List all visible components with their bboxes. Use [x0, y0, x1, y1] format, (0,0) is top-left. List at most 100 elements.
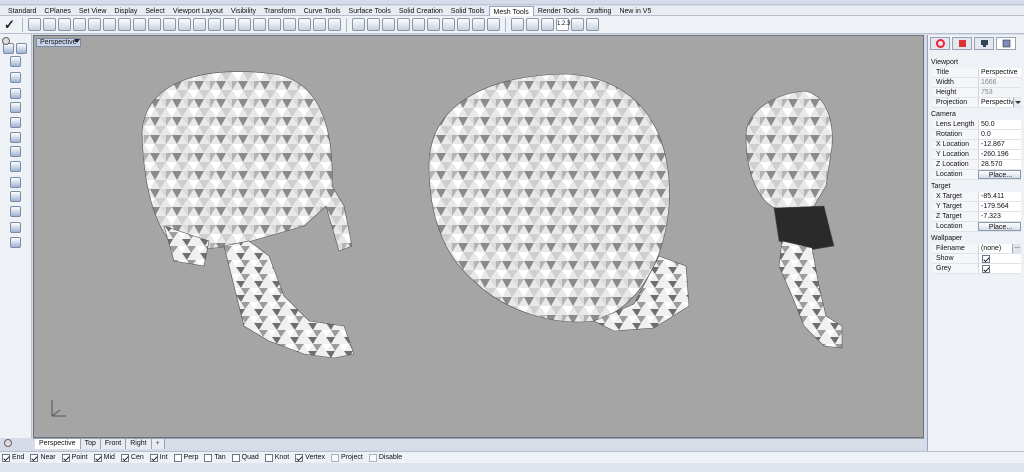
- mesh-sphere-button[interactable]: [88, 18, 101, 31]
- camera-place-button[interactable]: Place...: [978, 170, 1021, 179]
- mesh-cone-button[interactable]: [73, 18, 86, 31]
- filename-field[interactable]: (none)...: [978, 243, 1021, 253]
- gear-icon[interactable]: [2, 37, 10, 45]
- rotation-field[interactable]: 0.0: [978, 130, 1021, 139]
- osnap-project[interactable]: Project: [331, 453, 363, 462]
- osnap-perp-checkbox[interactable]: [173, 453, 182, 462]
- tab-solid-tools[interactable]: Solid Tools: [447, 6, 489, 16]
- curve-icon[interactable]: [10, 72, 21, 83]
- mesh-split-button[interactable]: [298, 18, 311, 31]
- mesh-weld-button[interactable]: [193, 18, 206, 31]
- osnap-int-checkbox[interactable]: [149, 453, 158, 462]
- tab-curve-tools[interactable]: Curve Tools: [300, 6, 345, 16]
- mesh-swap-edge-button[interactable]: [397, 18, 410, 31]
- undo-icon[interactable]: [10, 191, 21, 202]
- mesh-ellipsoid-button[interactable]: [103, 18, 116, 31]
- mesh-smooth-button[interactable]: [571, 18, 584, 31]
- osnap-perp[interactable]: Perp: [173, 453, 198, 462]
- tab-drafting[interactable]: Drafting: [583, 6, 616, 16]
- mesh-shrink-button[interactable]: [586, 18, 599, 31]
- torus-icon[interactable]: [10, 161, 21, 172]
- tab-viewport-properties[interactable]: [996, 37, 1016, 50]
- mesh-number-faces-button[interactable]: 1.2.3: [556, 18, 570, 31]
- mesh-box-button[interactable]: [43, 18, 56, 31]
- osnap-disable[interactable]: Disable: [368, 453, 402, 462]
- mesh-to-nurbs-button[interactable]: [412, 18, 425, 31]
- title-field[interactable]: Perspective: [978, 68, 1021, 77]
- osnap-cen-checkbox[interactable]: [120, 453, 129, 462]
- mesh-patch-button[interactable]: [148, 18, 161, 31]
- sphere-icon[interactable]: [10, 132, 21, 143]
- tab-solid-creation[interactable]: Solid Creation: [395, 6, 447, 16]
- osnap-vertex-checkbox[interactable]: [295, 453, 304, 462]
- mesh-plane-button[interactable]: [28, 18, 41, 31]
- planar-surface-icon[interactable]: [10, 206, 21, 217]
- viewport-menu-arrow-icon[interactable]: [74, 39, 80, 43]
- osnap-quad-checkbox[interactable]: [231, 453, 240, 462]
- x-location-field[interactable]: -12.867: [978, 140, 1021, 149]
- osnap-mid[interactable]: Mid: [93, 453, 115, 462]
- tab-mesh-tools[interactable]: Mesh Tools: [488, 6, 534, 16]
- mesh-cylinder-button[interactable]: [58, 18, 71, 31]
- mesh-boolean-union-button[interactable]: [268, 18, 281, 31]
- mesh-explode-button[interactable]: [178, 18, 191, 31]
- tab-select[interactable]: Select: [141, 6, 168, 16]
- tab-new-in-v5[interactable]: New in V5: [615, 6, 655, 16]
- cylinder-icon[interactable]: [10, 102, 21, 113]
- target-place-button[interactable]: Place...: [978, 222, 1021, 231]
- gear-icon[interactable]: [4, 439, 12, 447]
- mesh-outline-button[interactable]: [457, 18, 470, 31]
- box-icon[interactable]: [10, 88, 21, 99]
- grey-checkbox[interactable]: [982, 265, 990, 273]
- z-target-field[interactable]: -7.323: [978, 212, 1021, 221]
- osnap-tan[interactable]: Tan: [204, 453, 226, 462]
- z-location-field[interactable]: 28.570: [978, 160, 1021, 169]
- mesh-torus-button[interactable]: [118, 18, 131, 31]
- view-tab-right[interactable]: Right: [126, 439, 152, 449]
- tab-visibility[interactable]: Visibility: [227, 6, 260, 16]
- tab-standard[interactable]: Standard: [4, 6, 40, 16]
- mesh-triangulate-button[interactable]: [511, 18, 524, 31]
- mesh-check-button[interactable]: [472, 18, 485, 31]
- osnap-end-checkbox[interactable]: [2, 453, 10, 462]
- tab-materials[interactable]: [952, 37, 972, 50]
- osnap-tan-checkbox[interactable]: [204, 453, 213, 462]
- view-tab-top[interactable]: Top: [80, 439, 101, 449]
- osnap-disable-checkbox[interactable]: [368, 453, 377, 462]
- show-checkbox[interactable]: [982, 255, 990, 263]
- mesh-boolean-diff-button[interactable]: [283, 18, 296, 31]
- osnap-int[interactable]: Int: [149, 453, 168, 462]
- tab-cplanes[interactable]: CPlanes: [40, 6, 74, 16]
- osnap-project-checkbox[interactable]: [331, 453, 340, 462]
- mesh-quadrangulate-button[interactable]: [526, 18, 539, 31]
- mesh-unweld-button[interactable]: [208, 18, 221, 31]
- add-viewport-tab-icon[interactable]: +: [151, 439, 165, 449]
- tab-display[interactable]: Display: [110, 6, 141, 16]
- tab-object-properties[interactable]: [930, 37, 950, 50]
- osnap-quad[interactable]: Quad: [231, 453, 259, 462]
- view-tab-perspective[interactable]: Perspective: [35, 439, 81, 449]
- osnap-cen[interactable]: Cen: [120, 453, 144, 462]
- projection-select[interactable]: Perspective: [978, 98, 1021, 107]
- polyline-icon[interactable]: [10, 56, 21, 67]
- cone-icon[interactable]: [10, 117, 21, 128]
- osnap-point-checkbox[interactable]: [61, 453, 70, 462]
- mesh-unify-normals-button[interactable]: [352, 18, 365, 31]
- browse-button[interactable]: ...: [1012, 243, 1021, 253]
- lens-field[interactable]: 50.0: [978, 120, 1021, 129]
- mesh-offset-button[interactable]: [223, 18, 236, 31]
- mesh-join-button[interactable]: [163, 18, 176, 31]
- y-target-field[interactable]: -179.564: [978, 202, 1021, 211]
- tab-set-view[interactable]: Set View: [75, 6, 111, 16]
- mesh-extract-button[interactable]: [442, 18, 455, 31]
- ellipsoid-icon[interactable]: [10, 146, 21, 157]
- y-location-field[interactable]: -260.196: [978, 150, 1021, 159]
- chevron-down-icon[interactable]: [1013, 98, 1021, 107]
- mesh-trim-button[interactable]: [313, 18, 326, 31]
- osnap-point[interactable]: Point: [61, 453, 88, 462]
- x-target-field[interactable]: -85.411: [978, 192, 1021, 201]
- mesh-cull-button[interactable]: [487, 18, 500, 31]
- analyze-icon[interactable]: [10, 222, 21, 233]
- osnap-vertex[interactable]: Vertex: [295, 453, 325, 462]
- tab-viewport-layout[interactable]: Viewport Layout: [169, 6, 227, 16]
